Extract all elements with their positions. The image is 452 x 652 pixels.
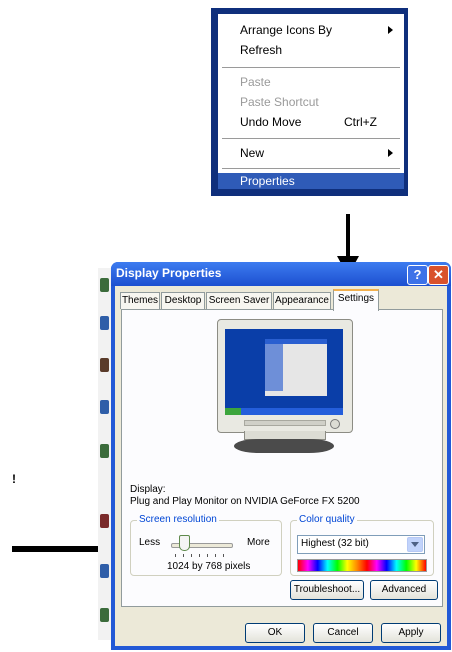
color-quality-select[interactable]: Highest (32 bit) <box>297 535 425 554</box>
slider-tick <box>175 554 176 557</box>
resolution-value: 1024 by 768 pixels <box>167 561 251 572</box>
menu-item-label: Paste <box>240 75 271 89</box>
resolution-slider-thumb[interactable] <box>179 535 190 551</box>
slider-tick <box>223 554 224 557</box>
menu-item-label: Paste Shortcut <box>240 95 319 109</box>
menu-item-arrange-icons[interactable]: Arrange Icons By <box>218 20 404 40</box>
troubleshoot-button[interactable]: Troubleshoot... <box>290 580 364 600</box>
slider-tick <box>183 554 184 557</box>
display-properties-window: Display Properties ? ✕ Themes Desktop Sc… <box>111 262 451 650</box>
color-quality-group: Color quality Highest (32 bit) <box>290 514 434 576</box>
power-icon <box>330 419 340 429</box>
context-menu-body: Arrange Icons By Refresh Paste Paste Sho… <box>218 14 404 189</box>
settings-panel: Display: Plug and Play Monitor on NVIDIA… <box>121 309 443 607</box>
tab-appearance[interactable]: Appearance <box>273 292 331 309</box>
display-label: Display: <box>130 484 166 495</box>
tab-desktop[interactable]: Desktop <box>161 292 205 309</box>
menu-item-new[interactable]: New <box>218 143 404 163</box>
desktop-icon[interactable] <box>100 564 109 578</box>
menu-item-label: Arrange Icons By <box>240 23 333 37</box>
slider-tick <box>207 554 208 557</box>
menu-item-refresh[interactable]: Refresh <box>218 40 404 60</box>
dialog-body: Themes Desktop Screen Saver Appearance D… <box>115 286 447 646</box>
desktop-icon[interactable] <box>100 514 109 528</box>
desktop-icon[interactable] <box>100 358 109 372</box>
slider-tick <box>215 554 216 557</box>
preview-start-button <box>225 408 241 415</box>
apply-button[interactable]: Apply <box>381 623 441 643</box>
monitor-screen <box>225 329 343 415</box>
close-button[interactable]: ✕ <box>428 265 449 285</box>
preview-sidebar <box>265 344 283 391</box>
menu-item-label: New <box>240 146 265 160</box>
menu-separator <box>222 138 400 140</box>
chevron-down-icon[interactable] <box>407 537 423 552</box>
slider-tick <box>191 554 192 557</box>
desktop-edge-strip <box>98 268 111 640</box>
screen-resolution-title: Screen resolution <box>137 514 219 525</box>
title-bar[interactable]: Display Properties ? ✕ <box>111 262 451 286</box>
menu-separator <box>222 67 400 69</box>
color-quality-value: Highest (32 bit) <box>301 538 369 549</box>
submenu-arrow-icon <box>388 26 393 34</box>
submenu-arrow-icon <box>388 149 393 157</box>
ok-button[interactable]: OK <box>245 623 305 643</box>
resolution-more-label: More <box>247 537 270 548</box>
resolution-less-label: Less <box>139 537 161 548</box>
stray-glyph: ǃ <box>12 472 16 486</box>
color-spectrum-bar <box>297 559 427 572</box>
help-button[interactable]: ? <box>407 265 428 285</box>
menu-item-label: Properties <box>240 174 295 188</box>
advanced-button[interactable]: Advanced <box>370 580 438 600</box>
menu-item-label: Refresh <box>240 43 283 57</box>
desktop-icon[interactable] <box>100 278 109 292</box>
desktop-icon[interactable] <box>100 444 109 458</box>
screen-resolution-group: Screen resolution Less More 1024 by 768 … <box>130 514 282 576</box>
window-title: Display Properties <box>116 266 222 280</box>
cancel-button[interactable]: Cancel <box>313 623 373 643</box>
color-quality-title: Color quality <box>297 514 357 525</box>
desktop-icon[interactable] <box>100 400 109 414</box>
tab-themes[interactable]: Themes <box>120 292 160 309</box>
menu-item-shortcut: Ctrl+Z <box>344 115 377 129</box>
menu-item-label: Undo Move <box>240 115 302 129</box>
monitor-base <box>234 439 334 453</box>
menu-item-paste[interactable]: Paste <box>218 72 404 92</box>
monitor-vent <box>244 420 326 426</box>
preview-taskbar <box>225 408 343 415</box>
menu-separator <box>222 168 400 170</box>
desktop-context-menu: Arrange Icons By Refresh Paste Paste Sho… <box>211 8 408 196</box>
monitor-preview <box>217 319 353 433</box>
menu-item-properties[interactable]: Properties <box>218 173 404 189</box>
slider-tick <box>199 554 200 557</box>
desktop-icon[interactable] <box>100 608 109 622</box>
tab-settings[interactable]: Settings <box>333 289 379 311</box>
menu-item-paste-shortcut[interactable]: Paste Shortcut <box>218 92 404 112</box>
display-value: Plug and Play Monitor on NVIDIA GeForce … <box>130 496 360 507</box>
tab-screen-saver[interactable]: Screen Saver <box>206 292 272 309</box>
desktop-icon[interactable] <box>100 316 109 330</box>
menu-item-undo-move[interactable]: Undo Move Ctrl+Z <box>218 112 404 132</box>
